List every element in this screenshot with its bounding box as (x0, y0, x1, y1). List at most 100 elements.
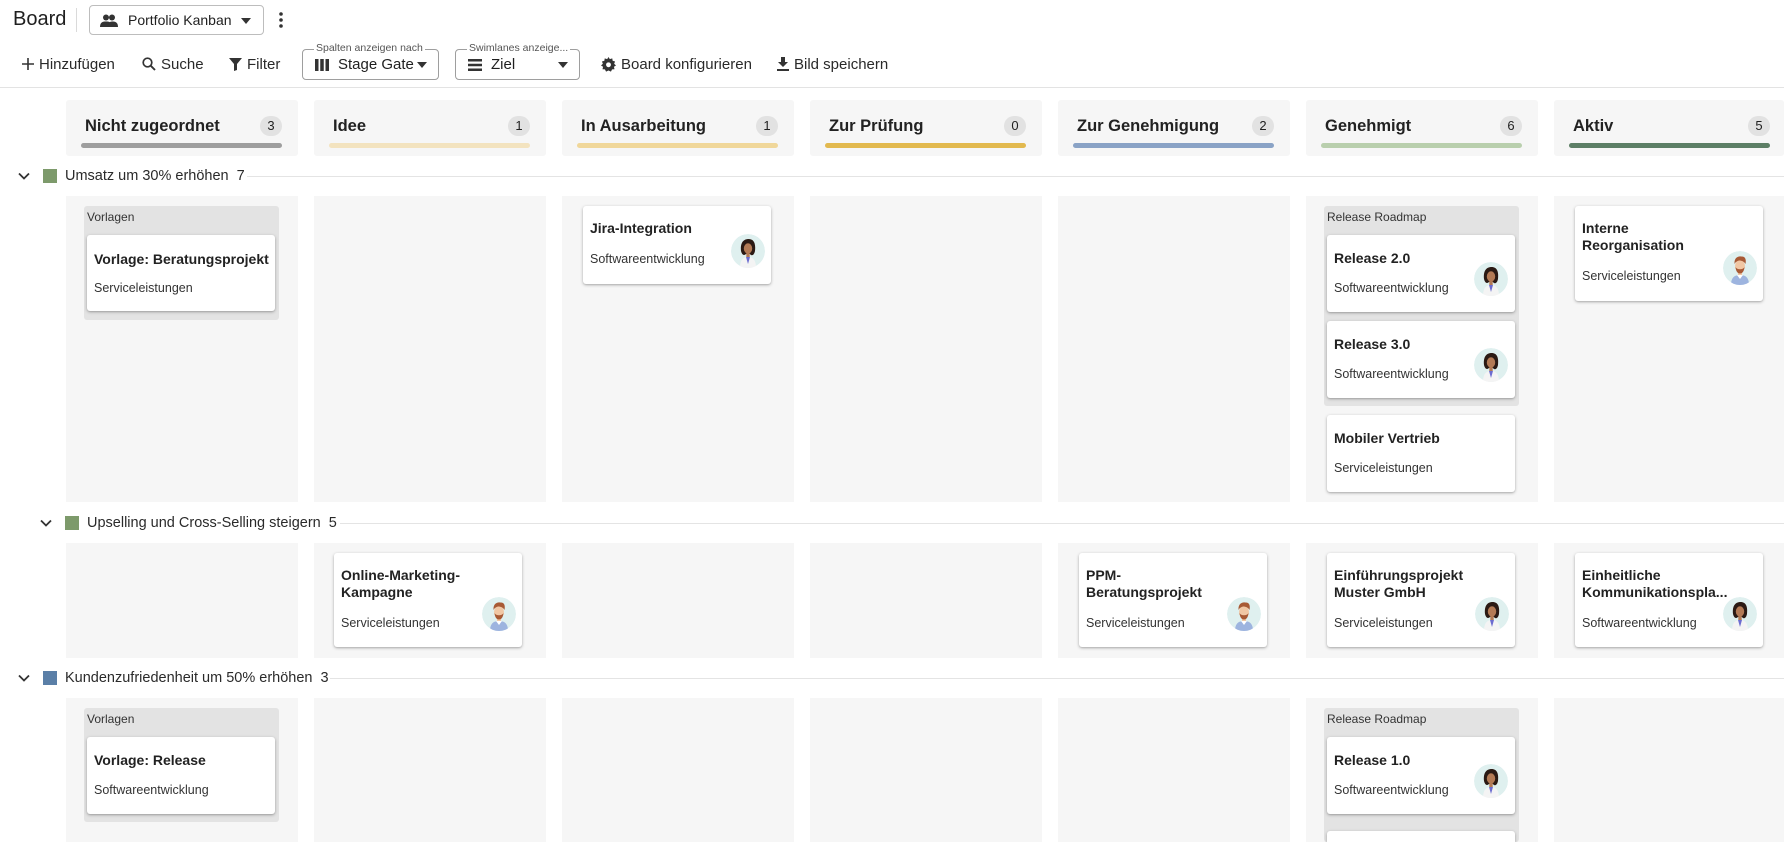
chevron-down-icon[interactable] (39, 516, 53, 530)
card-release-3-0[interactable]: Release 3.0 Softwareentwicklung (1327, 321, 1515, 398)
swimlanes-select-value: Ziel (491, 56, 516, 73)
column-header-zur-genehmigung: Zur Genehmigung 2 (1058, 100, 1290, 156)
swimlane-divider (330, 678, 1784, 679)
card-subtitle: Softwareentwicklung (1334, 783, 1449, 797)
columns-select[interactable]: Spalten anzeigen nach Stage Gate (302, 42, 439, 80)
column-count: 1 (756, 116, 778, 136)
card-group-label: Vorlagen (87, 712, 135, 726)
swimlane-header-umsatz[interactable]: Umsatz um 30% erhöhen 7 (17, 166, 245, 186)
avatar-man-icon (482, 597, 516, 631)
lane-cell (810, 698, 1042, 842)
lane-cell (66, 543, 298, 658)
card-title: Vorlage: Beratungsprojekt (94, 251, 269, 267)
columns-select-label: Spalten anzeigen nach (314, 42, 425, 54)
rows-icon (468, 58, 482, 71)
column-color-bar (1073, 143, 1274, 148)
column-count: 0 (1004, 116, 1026, 136)
swimlanes-select[interactable]: Swimlanes anzeige... Ziel (455, 42, 580, 80)
plus-icon (22, 58, 34, 70)
download-icon (777, 57, 789, 71)
chevron-down-icon[interactable] (17, 671, 31, 685)
filter-icon (229, 57, 242, 71)
card-title: Interne Reorganisation (1582, 220, 1684, 253)
more-vert-icon[interactable] (273, 10, 289, 30)
card-release-2-0[interactable]: Release 2.0 Softwareentwicklung (1327, 235, 1515, 312)
card-title: Mobiler Vertrieb (1334, 430, 1440, 446)
add-button[interactable]: Hinzufügen (22, 50, 115, 78)
card-vorlage-beratungsprojekt[interactable]: Vorlage: Beratungsprojekt Serviceleistun… (87, 235, 275, 311)
columns-select-value: Stage Gate (338, 56, 414, 73)
swimlane-color-square (43, 169, 57, 183)
card-ppm-beratungsprojekt[interactable]: PPM-Beratungsprojekt Serviceleistungen (1079, 553, 1267, 647)
caret-down-icon (417, 62, 427, 68)
card-group-label: Vorlagen (87, 210, 135, 224)
card-partial[interactable] (1327, 831, 1515, 842)
swimlane-header-kundenzufriedenheit[interactable]: Kundenzufriedenheit um 50% erhöhen 3 (17, 668, 329, 688)
card-title: Einheitliche Kommunikationspla... (1582, 567, 1728, 600)
card-interne-reorganisation[interactable]: Interne Reorganisation Serviceleistungen (1575, 206, 1763, 301)
card-einfuehrungsprojekt-muster-gmbh[interactable]: Einführungsprojekt Muster GmbH Servicele… (1327, 553, 1515, 647)
column-count: 5 (1748, 116, 1770, 136)
card-vorlage-release[interactable]: Vorlage: Release Softwareentwicklung (87, 737, 275, 814)
card-subtitle: Softwareentwicklung (94, 783, 209, 797)
card-release-1-0[interactable]: Release 1.0 Softwareentwicklung (1327, 737, 1515, 814)
card-jira-integration[interactable]: Jira-Integration Softwareentwicklung (583, 206, 771, 284)
column-color-bar (329, 143, 530, 148)
swimlane-name: Upselling und Cross-Selling steigern (87, 515, 321, 531)
avatar-woman-icon (1475, 597, 1509, 631)
swimlane-name: Kundenzufriedenheit um 50% erhöhen (65, 670, 313, 686)
swimlane-divider (340, 523, 1784, 524)
caret-down-icon (241, 18, 251, 24)
swimlane-count: 5 (328, 515, 337, 531)
board-selector-label: Portfolio Kanban (128, 12, 232, 28)
card-online-marketing-kampagne[interactable]: Online-Marketing-Kampagne Serviceleistun… (334, 553, 522, 647)
search-button-label: Suche (161, 55, 204, 73)
swimlane-color-square (43, 671, 57, 685)
card-group-label: Release Roadmap (1327, 712, 1427, 726)
page-title: Board (13, 8, 67, 30)
avatar-woman-icon (1474, 262, 1508, 296)
card-subtitle: Softwareentwicklung (1334, 281, 1449, 295)
save-image-button[interactable]: Bild speichern (777, 50, 888, 78)
card-title: Einführungsprojekt Muster GmbH (1334, 567, 1464, 600)
column-color-bar (825, 143, 1026, 148)
card-subtitle: Softwareentwicklung (1334, 367, 1449, 381)
avatar-man-icon (1723, 251, 1757, 285)
card-subtitle: Softwareentwicklung (1582, 616, 1697, 630)
column-header-in-ausarbeitung: In Ausarbeitung 1 (562, 100, 794, 156)
configure-board-button[interactable]: Board konfigurieren (601, 50, 752, 78)
card-subtitle: Serviceleistungen (1086, 616, 1185, 630)
columns-icon (315, 58, 329, 71)
filter-button[interactable]: Filter (229, 50, 280, 78)
card-title: Jira-Integration (590, 220, 692, 236)
save-image-label: Bild speichern (794, 55, 889, 73)
column-name: Zur Genehmigung (1077, 117, 1220, 135)
chevron-down-icon[interactable] (17, 169, 31, 183)
avatar-man-icon (1227, 597, 1261, 631)
card-title: Release 3.0 (1334, 336, 1411, 352)
swimlane-name: Umsatz um 30% erhöhen (65, 168, 229, 184)
card-einheitliche-kommunikationsplattform[interactable]: Einheitliche Kommunikationspla... Softwa… (1575, 553, 1763, 647)
column-header-genehmigt: Genehmigt 6 (1306, 100, 1538, 156)
card-title: Release 1.0 (1334, 752, 1411, 768)
board-selector[interactable]: Portfolio Kanban (89, 5, 264, 35)
column-count: 2 (1252, 116, 1274, 136)
column-count: 3 (260, 116, 282, 136)
search-button[interactable]: Suche (142, 50, 204, 78)
swimlane-header-upselling[interactable]: Upselling und Cross-Selling steigern 5 (39, 513, 337, 533)
column-name: Aktiv (1573, 117, 1614, 135)
swimlane-count: 7 (236, 168, 245, 184)
card-mobiler-vertrieb[interactable]: Mobiler Vertrieb Serviceleistungen (1327, 415, 1515, 492)
column-header-nicht-zugeordnet: Nicht zugeordnet 3 (66, 100, 298, 156)
column-count: 1 (508, 116, 530, 136)
lane-cell (810, 196, 1042, 502)
column-name: Idee (333, 117, 367, 135)
toolbar: Hinzufügen Suche Filter Spalten anzeigen… (0, 42, 1784, 88)
people-icon (100, 14, 118, 27)
card-subtitle: Serviceleistungen (94, 281, 193, 295)
card-subtitle: Softwareentwicklung (590, 252, 705, 266)
column-color-bar (81, 143, 282, 148)
column-name: In Ausarbeitung (581, 117, 706, 135)
lane-cell (1058, 698, 1290, 842)
gear-icon (601, 56, 616, 72)
